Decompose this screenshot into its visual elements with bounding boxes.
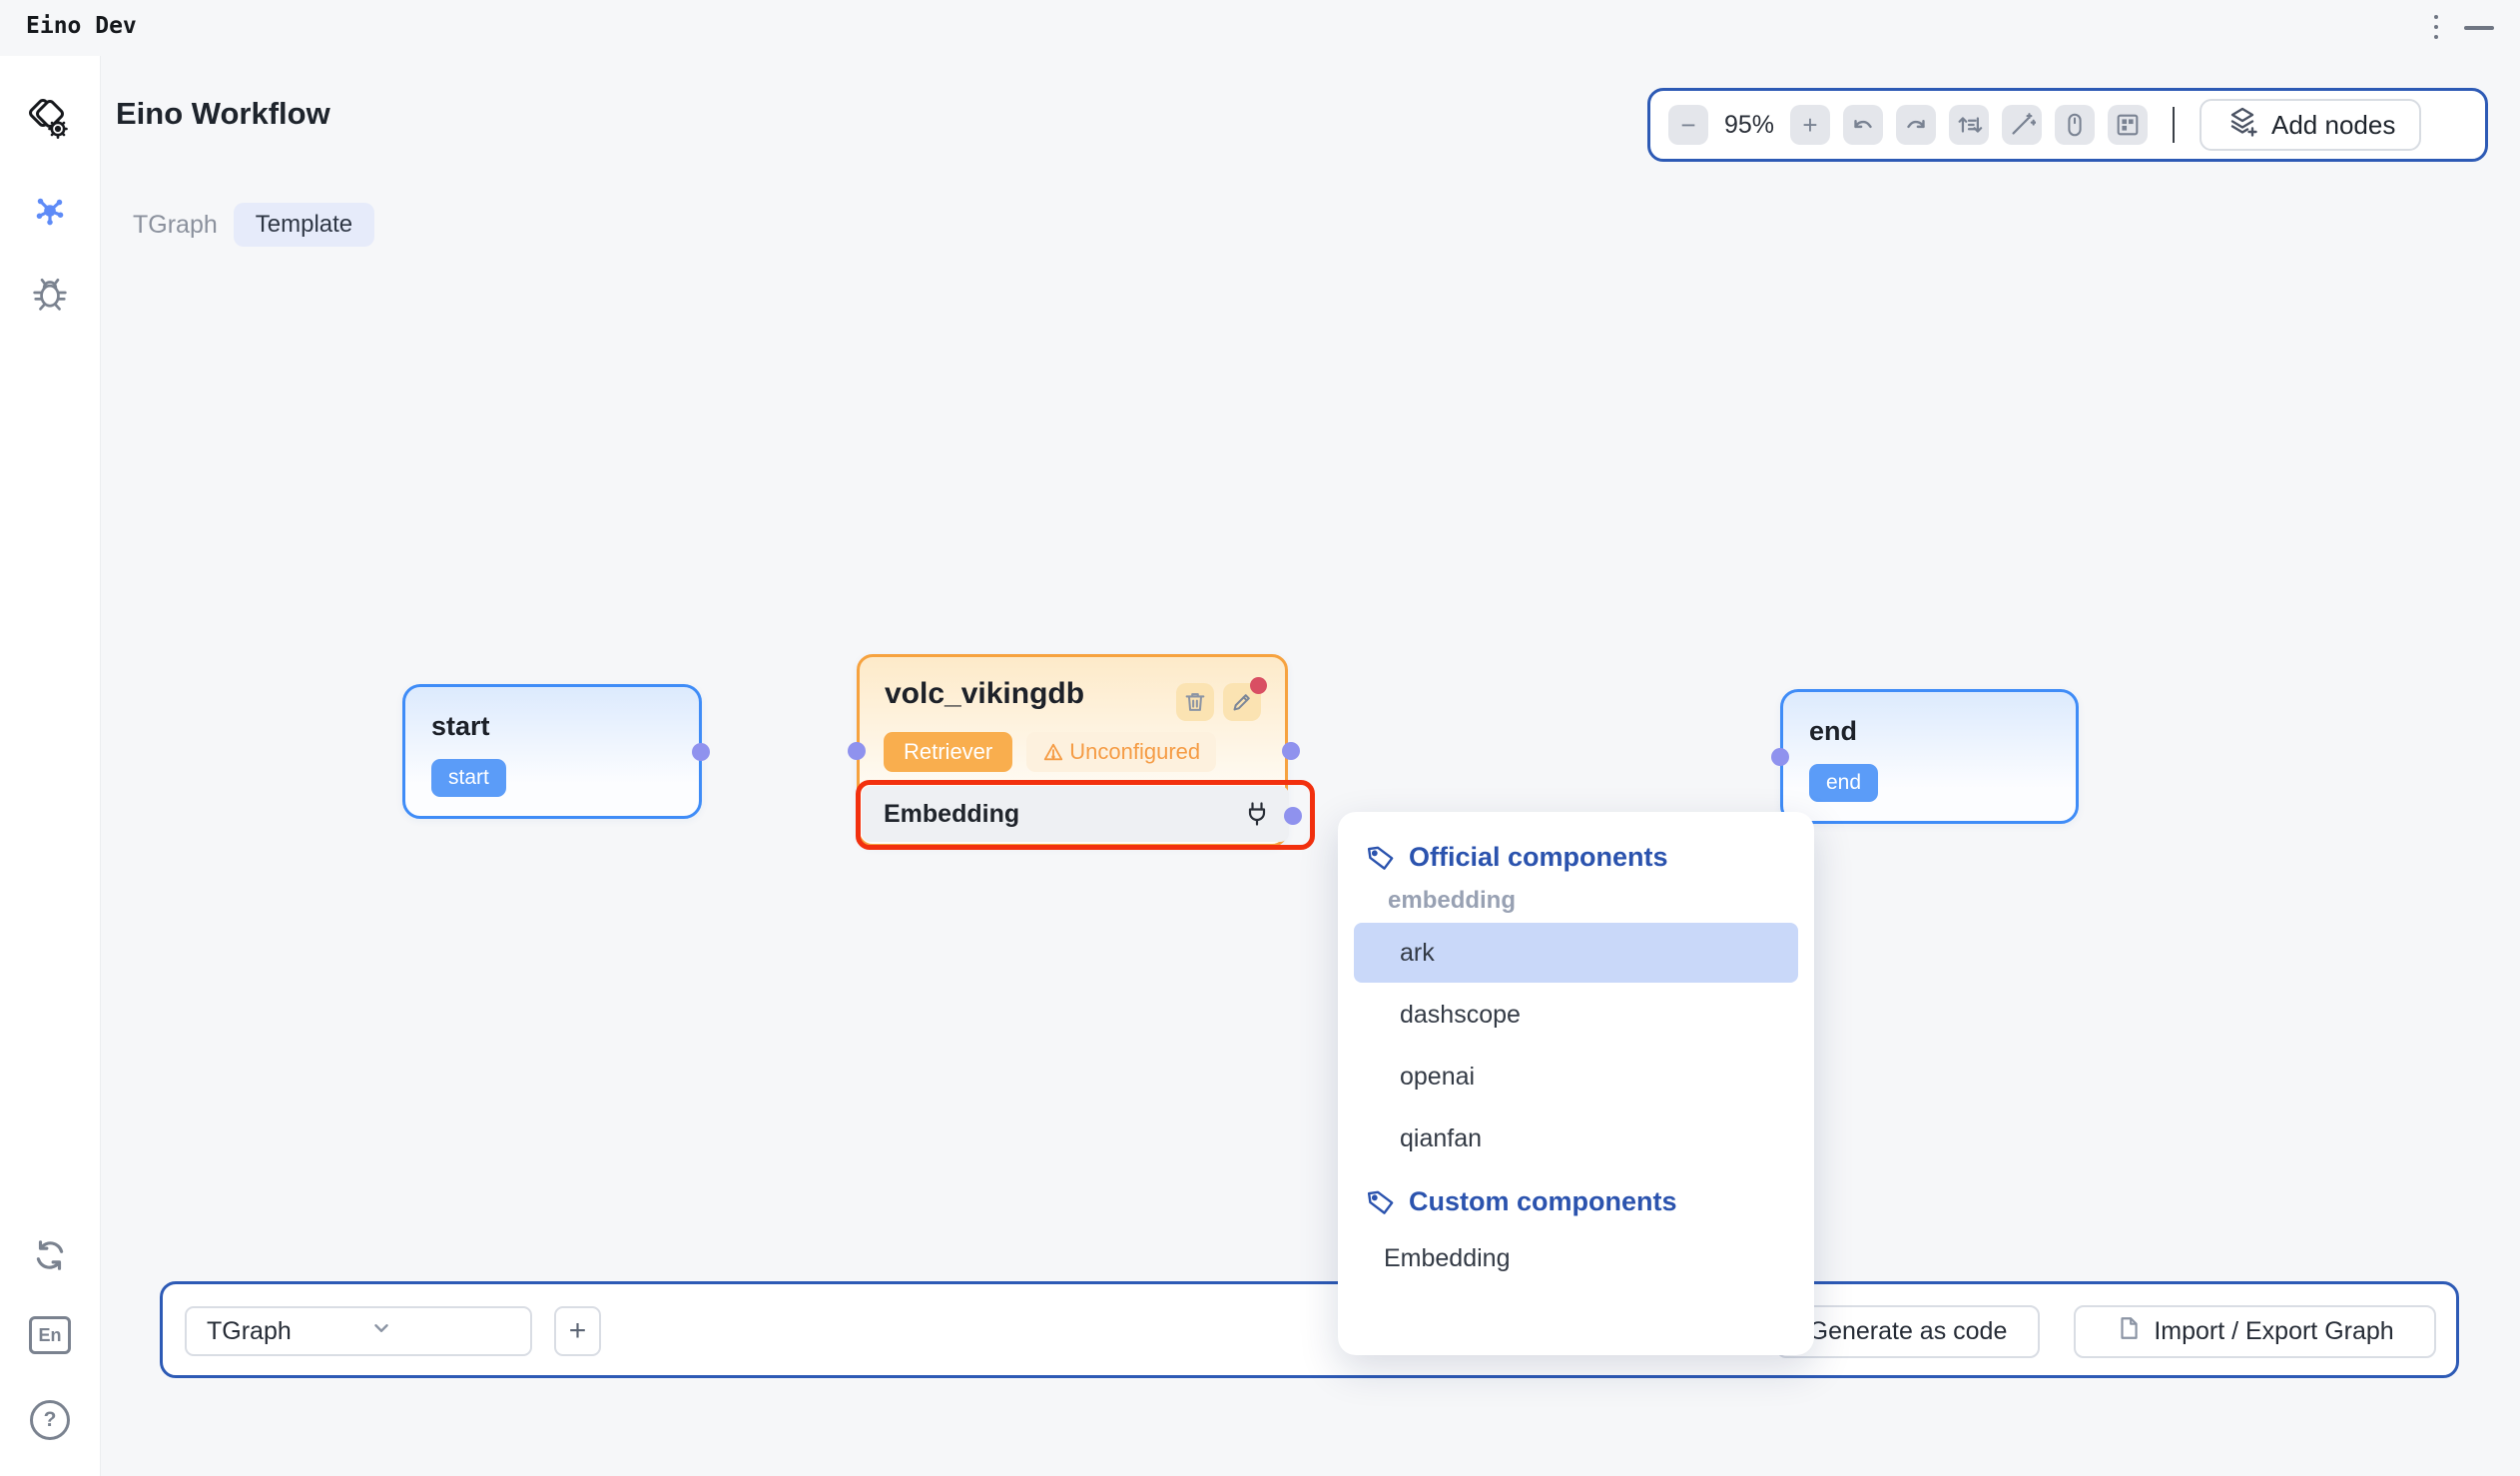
zoom-out-button[interactable]: − bbox=[1668, 105, 1708, 145]
plug-icon bbox=[1243, 800, 1271, 833]
node-volc-input-port[interactable] bbox=[848, 742, 866, 760]
page-title: Eino Workflow bbox=[116, 96, 330, 132]
toolbar-divider bbox=[2173, 107, 2175, 143]
node-status-label: Unconfigured bbox=[1069, 739, 1200, 765]
generate-as-code-button[interactable]: Generate as code bbox=[1776, 1305, 2040, 1358]
sidebar-item-workflow[interactable] bbox=[31, 192, 69, 235]
node-volc-title: volc_vikingdb bbox=[885, 677, 1084, 711]
node-end-title: end bbox=[1809, 716, 1857, 747]
embedding-slot-port[interactable] bbox=[1284, 807, 1302, 825]
pencil-icon bbox=[1229, 689, 1255, 715]
language-toggle[interactable]: En bbox=[29, 1316, 71, 1354]
sidebar: En ? bbox=[0, 56, 101, 1476]
menu-item-openai[interactable]: openai bbox=[1354, 1047, 1798, 1107]
node-end-input-port[interactable] bbox=[1771, 748, 1789, 766]
import-export-label: Import / Export Graph bbox=[2154, 1317, 2393, 1346]
zoom-in-button[interactable]: + bbox=[1790, 105, 1830, 145]
official-components-header: Official components bbox=[1366, 842, 1798, 873]
menu-item-dashscope[interactable]: dashscope bbox=[1354, 985, 1798, 1045]
embedding-slot-selection[interactable]: Embedding bbox=[856, 780, 1315, 850]
add-graph-button[interactable]: + bbox=[554, 1306, 601, 1356]
add-nodes-label: Add nodes bbox=[2271, 110, 2395, 141]
tag-icon bbox=[1364, 841, 1398, 875]
node-status-badge: Unconfigured bbox=[1026, 732, 1216, 772]
node-end-badge: end bbox=[1809, 764, 1878, 802]
sidebar-item-debug[interactable] bbox=[31, 274, 69, 317]
mouse-mode-button[interactable] bbox=[2055, 105, 2095, 145]
language-label: En bbox=[38, 1325, 61, 1346]
template-badge: Template bbox=[234, 203, 374, 247]
help-label: ? bbox=[44, 1408, 57, 1432]
import-export-graph-button[interactable]: Import / Export Graph bbox=[2074, 1305, 2436, 1358]
graph-selector[interactable]: TGraph bbox=[185, 1306, 532, 1356]
auto-layout-button[interactable] bbox=[1949, 105, 1989, 145]
edit-alert-dot bbox=[1250, 677, 1267, 694]
edit-node-button[interactable] bbox=[1223, 683, 1261, 721]
node-start[interactable]: start start bbox=[402, 684, 702, 819]
app-logo-icon bbox=[27, 96, 73, 147]
node-volc-vikingdb[interactable]: volc_vikingdb Retriever bbox=[857, 654, 1288, 847]
app-window: Eino Dev bbox=[0, 0, 2520, 1476]
warning-icon bbox=[1042, 741, 1064, 763]
embedding-slot-label: Embedding bbox=[884, 786, 1019, 842]
magic-wand-button[interactable] bbox=[2002, 105, 2042, 145]
app-title: Eino Dev bbox=[26, 13, 137, 39]
zoom-level: 95% bbox=[1721, 111, 1777, 140]
redo-button[interactable] bbox=[1896, 105, 1936, 145]
add-nodes-button[interactable]: Add nodes bbox=[2200, 99, 2421, 151]
canvas-toolbar: − 95% + bbox=[1647, 88, 2488, 162]
node-start-badge: start bbox=[431, 759, 506, 797]
minimap-button[interactable] bbox=[2108, 105, 2148, 145]
menu-item-custom-embedding[interactable]: Embedding bbox=[1354, 1231, 1798, 1285]
tag-icon bbox=[1364, 1185, 1398, 1219]
undo-button[interactable] bbox=[1843, 105, 1883, 145]
sidebar-refresh-icon[interactable] bbox=[31, 1236, 69, 1279]
graph-selector-value: TGraph bbox=[207, 1317, 350, 1346]
file-icon bbox=[2116, 1315, 2142, 1348]
component-select-menu: Official components embedding ark dashsc… bbox=[1338, 812, 1814, 1355]
breadcrumb-graph-name[interactable]: TGraph bbox=[133, 211, 218, 240]
breadcrumb: TGraph Template bbox=[133, 203, 374, 247]
graph-tab-bar: TGraph + Generate as code Import / Expor… bbox=[160, 1281, 2459, 1378]
node-start-output-port[interactable] bbox=[692, 743, 710, 761]
window-menu-icon[interactable] bbox=[2434, 15, 2438, 39]
delete-node-button[interactable] bbox=[1176, 683, 1214, 721]
layers-plus-icon bbox=[2225, 105, 2259, 146]
menu-item-ark[interactable]: ark bbox=[1354, 923, 1798, 983]
embedding-slot-row[interactable]: Embedding bbox=[862, 786, 1289, 842]
trash-icon bbox=[1182, 689, 1208, 715]
node-type-badge: Retriever bbox=[884, 732, 1012, 772]
help-icon[interactable]: ? bbox=[30, 1400, 70, 1440]
node-end[interactable]: end end bbox=[1780, 689, 2079, 824]
add-graph-label: + bbox=[569, 1314, 587, 1348]
menu-item-qianfan[interactable]: qianfan bbox=[1354, 1108, 1798, 1168]
custom-components-header: Custom components bbox=[1366, 1186, 1798, 1217]
generate-as-code-label: Generate as code bbox=[1809, 1317, 2008, 1346]
title-bar: Eino Dev bbox=[0, 0, 2520, 56]
minimize-icon[interactable] bbox=[2464, 26, 2494, 30]
embedding-group-label: embedding bbox=[1388, 887, 1798, 915]
node-start-title: start bbox=[431, 711, 490, 742]
node-volc-output-port[interactable] bbox=[1282, 742, 1300, 760]
chevron-down-icon bbox=[370, 1317, 514, 1346]
